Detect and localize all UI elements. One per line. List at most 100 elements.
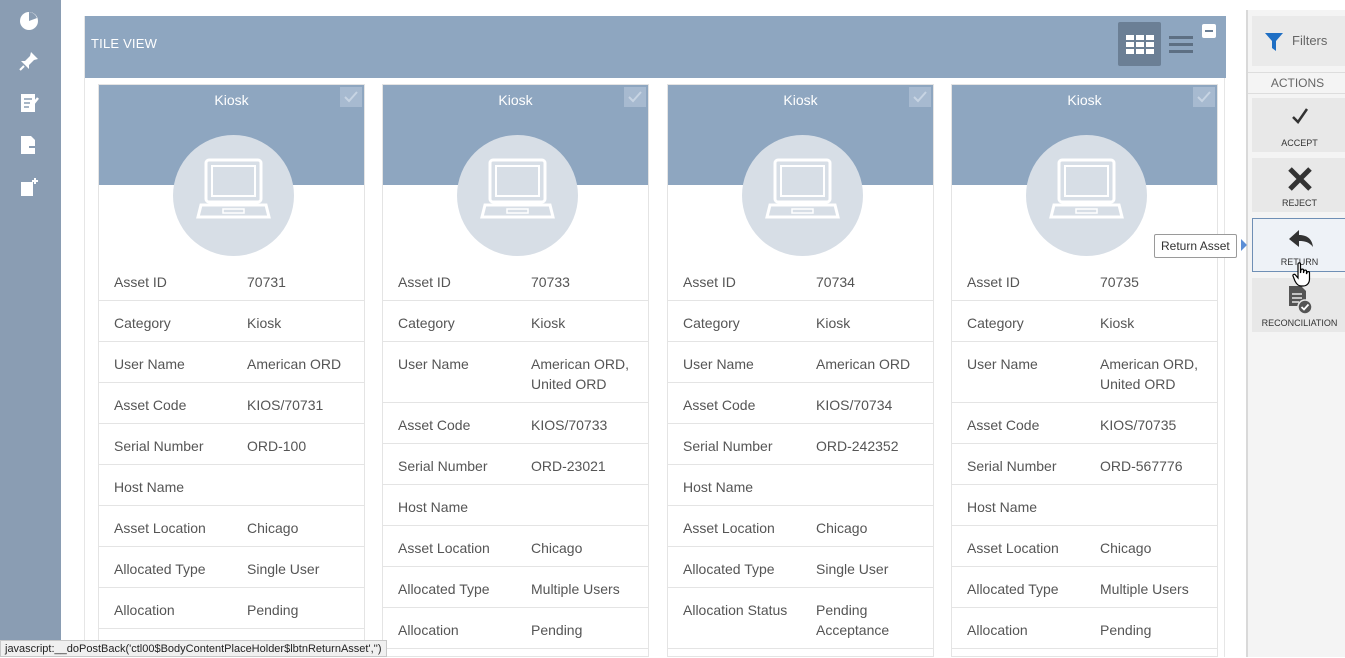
detail-value: Single User <box>247 561 320 577</box>
detail-label: Category <box>114 315 171 331</box>
reject-button[interactable]: REJECT <box>1252 158 1345 212</box>
detail-row: Asset Code KIOS/70733 <box>383 403 648 444</box>
detail-value: Kiosk <box>1100 315 1135 331</box>
detail-label: Asset Code <box>398 417 471 433</box>
status-bar: javascript:__doPostBack('ctl00$BodyConte… <box>0 640 387 657</box>
left-nav <box>0 0 61 657</box>
pie-chart-icon[interactable] <box>18 10 40 32</box>
asset-avatar <box>457 135 578 256</box>
actions-header: ACTIONS <box>1248 72 1345 94</box>
detail-row: Asset Location Chicago <box>99 506 364 547</box>
reconciliation-label: RECONCILIATION <box>1261 318 1338 328</box>
detail-value: Multiple Users <box>1100 581 1189 597</box>
hand-cursor-icon <box>1292 262 1311 287</box>
close-icon <box>1288 167 1312 191</box>
detail-value: Chicago <box>531 540 583 556</box>
select-checkbox[interactable] <box>909 87 931 107</box>
detail-value: Single User <box>816 561 889 577</box>
detail-value: Pending <box>247 602 299 618</box>
grid-icon <box>1126 35 1154 54</box>
select-checkbox[interactable] <box>624 87 646 107</box>
collapse-button[interactable] <box>1202 24 1216 38</box>
tooltip-arrow <box>1241 239 1247 251</box>
detail-row: Asset Location Chicago <box>383 526 648 567</box>
detail-row: Allocated Type Multiple Users <box>952 567 1217 608</box>
detail-label: Host Name <box>683 479 754 495</box>
asset-card[interactable]: Kiosk Asset ID 70735 Category Kiosk User Name… <box>951 84 1218 657</box>
checkmark-icon <box>913 91 927 103</box>
asset-card[interactable]: Kiosk Asset ID 70734 Category Kiosk User Name… <box>667 84 934 657</box>
card-title: Kiosk <box>1067 92 1102 108</box>
list-view-button[interactable] <box>1167 32 1195 58</box>
detail-value: ORD-567776 <box>1100 458 1183 474</box>
detail-label: Allocated Type <box>967 581 1059 597</box>
edit-document-icon[interactable] <box>18 92 40 114</box>
detail-label: Category <box>398 315 455 331</box>
checkmark-icon <box>344 91 358 103</box>
detail-value: Kiosk <box>247 315 282 331</box>
detail-row: Allocation Pending <box>99 588 364 629</box>
card-title: Kiosk <box>214 92 249 108</box>
detail-value: Kiosk <box>531 315 566 331</box>
detail-label: Asset Location <box>683 520 775 536</box>
detail-row: User Name American ORD <box>668 342 933 383</box>
actions-panel: Filters ACTIONS ACCEPT REJECT RETURN REC… <box>1246 10 1345 657</box>
detail-label: Host Name <box>114 479 185 495</box>
detail-label: Asset ID <box>398 274 451 290</box>
detail-value: American ORD, United ORD <box>531 356 630 392</box>
detail-row: Serial Number ORD-242352 <box>668 424 933 465</box>
asset-avatar <box>1026 135 1147 256</box>
detail-value: 70734 <box>816 274 855 290</box>
detail-label: Serial Number <box>398 458 488 474</box>
detail-row: User Name American ORD <box>99 342 364 383</box>
detail-row: Host Name <box>383 485 648 526</box>
laptop-icon <box>480 158 555 219</box>
asset-card[interactable]: Kiosk Asset ID 70733 Category Kiosk User Name… <box>382 84 649 657</box>
detail-row: Allocation Pending <box>952 608 1217 649</box>
list-icon <box>1169 36 1193 53</box>
detail-value: Multiple Users <box>531 581 620 597</box>
card-title: Kiosk <box>783 92 818 108</box>
select-checkbox[interactable] <box>340 87 362 107</box>
reply-arrow-icon <box>1289 230 1313 247</box>
detail-value: Pending <box>531 622 583 638</box>
detail-value: Pending Acceptance <box>816 602 890 638</box>
detail-value: 70731 <box>247 274 286 290</box>
detail-row: Category Kiosk <box>668 301 933 342</box>
detail-row: Allocated Type Single User <box>668 547 933 588</box>
detail-row: Asset Code KIOS/70735 <box>952 403 1217 444</box>
accept-button[interactable]: ACCEPT <box>1252 98 1345 152</box>
pin-icon[interactable] <box>18 50 40 72</box>
detail-label: Allocated Type <box>683 561 775 577</box>
detail-row: Allocated Type Multiple Users <box>383 567 648 608</box>
new-document-icon[interactable] <box>18 176 40 198</box>
checkmark-icon <box>628 91 642 103</box>
detail-value: ORD-242352 <box>816 438 899 454</box>
filters-button[interactable]: Filters <box>1252 16 1345 66</box>
detail-label: Category <box>683 315 740 331</box>
select-checkbox[interactable] <box>1193 87 1215 107</box>
detail-row: User Name American ORD, United ORD <box>383 342 648 403</box>
detail-value: American ORD <box>247 356 342 372</box>
detail-label: Allocation <box>398 622 459 638</box>
filter-icon <box>1265 33 1283 51</box>
detail-label: Asset Code <box>683 397 756 413</box>
page-title: TILE VIEW <box>91 36 158 51</box>
export-document-icon[interactable] <box>18 134 40 156</box>
asset-card[interactable]: Kiosk Asset ID 70731 Category Kiosk User Name… <box>98 84 365 657</box>
detail-row: Category Kiosk <box>383 301 648 342</box>
detail-row: Category Kiosk <box>952 301 1217 342</box>
detail-row: Asset Location Chicago <box>668 506 933 547</box>
detail-value: KIOS/70734 <box>816 397 893 413</box>
detail-value: Chicago <box>247 520 299 536</box>
card-details: Asset ID 70731 Category Kiosk User Name Ameri… <box>99 260 364 629</box>
detail-row: Category Kiosk <box>99 301 364 342</box>
grid-view-button[interactable] <box>1118 22 1161 66</box>
detail-row: Host Name <box>99 465 364 506</box>
checkmark-icon <box>1197 91 1211 103</box>
detail-row: User Name American ORD, United ORD <box>952 342 1217 403</box>
detail-label: Host Name <box>398 499 469 515</box>
card-details: Asset ID 70733 Category Kiosk User Name Ameri… <box>383 260 648 649</box>
detail-label: Asset ID <box>967 274 1020 290</box>
detail-value: KIOS/70733 <box>531 417 608 433</box>
